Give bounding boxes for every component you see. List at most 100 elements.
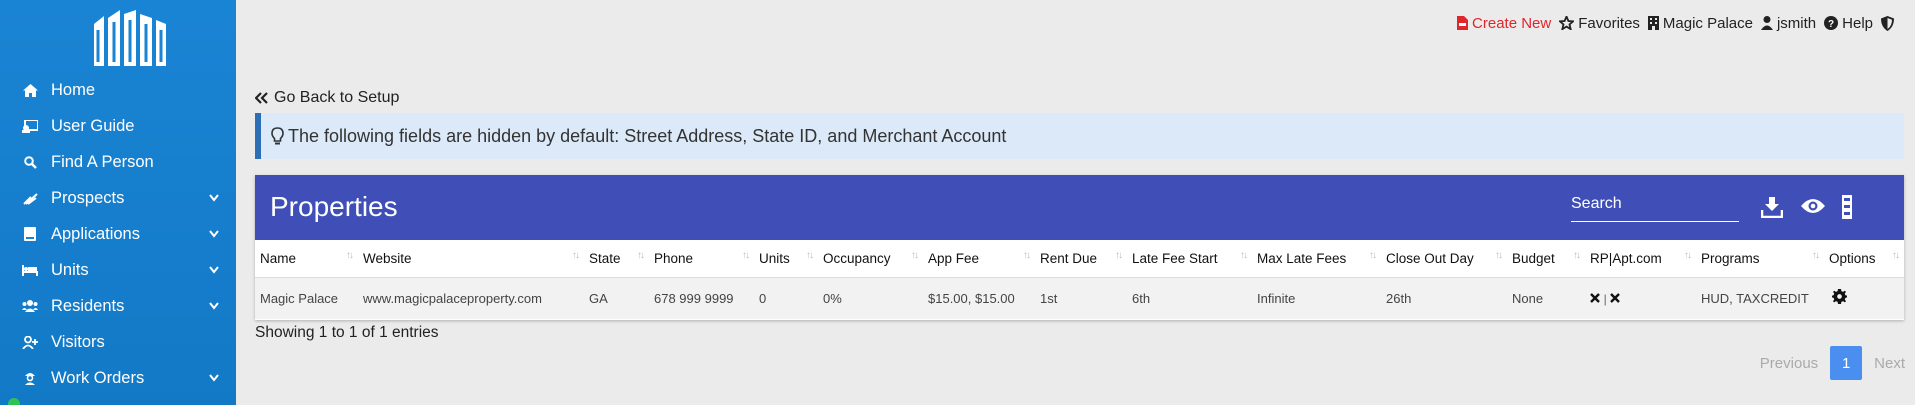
cell-programs: HUD, TAXCREDIT — [1696, 277, 1824, 319]
shield-icon — [1881, 15, 1894, 31]
column-label: RP|Apt.com — [1590, 250, 1662, 266]
column-header-max-late-fees[interactable]: Max Late Fees ↑↓ — [1252, 240, 1381, 278]
pagination: Previous 1 Next — [1760, 346, 1905, 380]
next-page-button[interactable]: Next — [1874, 355, 1905, 372]
column-header-state[interactable]: State ↑↓ — [584, 240, 649, 278]
sidebar-item-work-orders[interactable]: Work Orders — [0, 360, 236, 396]
cell-app-fee: $15.00, $15.00 — [923, 277, 1035, 319]
worker-icon — [22, 371, 38, 385]
column-label: Name — [260, 250, 297, 266]
user-menu[interactable]: jsmith — [1760, 14, 1817, 32]
chevron-down-icon — [209, 194, 219, 202]
column-label: Budget — [1512, 250, 1555, 266]
sort-icon: ↑↓ — [1369, 250, 1377, 261]
notification-badge[interactable] — [8, 398, 20, 405]
page-button-current[interactable]: 1 — [1830, 346, 1863, 380]
column-toggle-icon[interactable] — [1842, 195, 1852, 219]
column-header-phone[interactable]: Phone ↑↓ — [649, 240, 754, 278]
sidebar-item-label: Applications — [51, 224, 140, 243]
security-button[interactable] — [1881, 15, 1898, 31]
chevron-down-icon — [209, 374, 219, 382]
card-header: Properties Search — [255, 175, 1904, 240]
column-header-name[interactable]: Name ↑↓ — [255, 240, 358, 278]
sidebar-item-label: User Guide — [51, 116, 135, 135]
sidebar-item-residents[interactable]: Residents — [0, 288, 236, 324]
sort-icon: ↑↓ — [806, 250, 814, 261]
sort-icon: ↑↓ — [1495, 250, 1503, 261]
user-plus-icon — [22, 335, 38, 349]
sort-icon: ↑↓ — [637, 250, 645, 261]
alert-text: The following fields are hidden by defau… — [288, 125, 1007, 146]
column-header-programs[interactable]: Programs ↑↓ — [1696, 240, 1824, 278]
column-header-rp-apt[interactable]: RP|Apt.com ↑↓ — [1585, 240, 1696, 278]
download-icon[interactable] — [1761, 196, 1783, 218]
sort-icon: ↑↓ — [1240, 250, 1248, 261]
username-label: jsmith — [1776, 14, 1817, 32]
chevron-down-icon — [209, 266, 219, 274]
column-label: Late Fee Start — [1132, 250, 1218, 266]
gear-icon[interactable] — [1832, 289, 1847, 305]
star-icon — [1559, 16, 1575, 30]
cell-options — [1824, 277, 1904, 319]
column-header-units[interactable]: Units ↑↓ — [754, 240, 818, 278]
create-new-button[interactable]: Create New — [1457, 15, 1551, 32]
sidebar-item-find-a-person[interactable]: Find A Person — [0, 144, 236, 180]
previous-page-button[interactable]: Previous — [1760, 355, 1818, 372]
entries-info: Showing 1 to 1 of 1 entries — [255, 324, 439, 341]
top-bar: Create New Favorites Magic Palace jsmith… — [1449, 14, 1898, 32]
go-back-label: Go Back to Setup — [274, 89, 400, 106]
sort-icon: ↑↓ — [1115, 250, 1123, 261]
go-back-link[interactable]: Go Back to Setup — [255, 89, 399, 107]
column-header-website[interactable]: Website ↑↓ — [358, 240, 584, 278]
sidebar-item-visitors[interactable]: Visitors — [0, 324, 236, 360]
cell-website: www.magicpalaceproperty.com — [358, 277, 584, 319]
svg-text:?: ? — [1828, 19, 1834, 30]
cell-rp-apt: | — [1585, 277, 1696, 319]
column-label: Programs — [1701, 250, 1760, 266]
sort-icon: ↑↓ — [1812, 250, 1820, 261]
user-icon — [1760, 16, 1773, 30]
card-title: Properties — [270, 191, 398, 222]
search-input[interactable]: Search — [1571, 192, 1739, 222]
book-icon — [22, 227, 38, 241]
properties-table: Name ↑↓ Website ↑↓ State ↑↓ Phone ↑↓ Units ↑↓… — [255, 240, 1904, 319]
sort-icon: ↑↓ — [572, 250, 580, 261]
favorites-button[interactable]: Favorites — [1559, 15, 1640, 32]
help-button[interactable]: ? Help — [1824, 15, 1873, 32]
column-header-late-fee-start[interactable]: Late Fee Start ↑↓ — [1127, 240, 1252, 278]
column-label: Phone — [654, 250, 694, 266]
sidebar-item-prospects[interactable]: Prospects — [0, 180, 236, 216]
user-guide-icon — [22, 119, 38, 133]
column-header-close-out-day[interactable]: Close Out Day ↑↓ — [1381, 240, 1507, 278]
sidebar: Home User Guide Find A Person Prospects … — [0, 0, 236, 405]
cell-rent-due: 1st — [1035, 277, 1127, 319]
column-header-options[interactable]: Options ↑↓ — [1824, 240, 1904, 278]
sidebar-item-label: Prospects — [51, 188, 125, 207]
table-row[interactable]: Magic Palace www.magicpalaceproperty.com… — [255, 277, 1904, 319]
column-header-occupancy[interactable]: Occupancy ↑↓ — [818, 240, 923, 278]
column-label: Rent Due — [1040, 250, 1098, 266]
column-header-budget[interactable]: Budget ↑↓ — [1507, 240, 1585, 278]
users-icon — [22, 299, 38, 313]
sidebar-nav: Home User Guide Find A Person Prospects … — [0, 72, 236, 396]
property-selector[interactable]: Magic Palace — [1647, 15, 1753, 32]
logo-icon[interactable] — [92, 10, 168, 68]
column-label: Options — [1829, 250, 1876, 266]
building-icon — [1647, 16, 1659, 30]
sidebar-item-units[interactable]: Units — [0, 252, 236, 288]
sidebar-item-label: Residents — [51, 296, 125, 315]
rp-apt-separator: | — [1603, 291, 1607, 306]
cell-budget: None — [1507, 277, 1585, 319]
column-label: Units — [759, 250, 790, 266]
sidebar-item-applications[interactable]: Applications — [0, 216, 236, 252]
sidebar-item-home[interactable]: Home — [0, 72, 236, 108]
chevron-down-icon — [209, 302, 219, 310]
eye-icon[interactable] — [1801, 198, 1825, 214]
sidebar-item-user-guide[interactable]: User Guide — [0, 108, 236, 144]
column-header-rent-due[interactable]: Rent Due ↑↓ — [1035, 240, 1127, 278]
file-pdf-icon — [1457, 16, 1469, 30]
cell-close-out-day: 26th — [1381, 277, 1507, 319]
sidebar-item-label: Home — [51, 80, 96, 99]
cell-state: GA — [584, 277, 649, 319]
column-header-app-fee[interactable]: App Fee ↑↓ — [923, 240, 1035, 278]
